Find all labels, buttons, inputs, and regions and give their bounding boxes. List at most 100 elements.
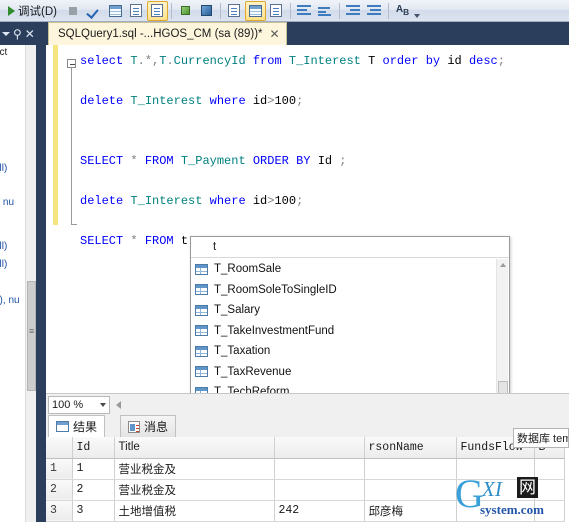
comment-button[interactable] <box>294 1 315 21</box>
code-token: id <box>252 94 268 108</box>
results-to-text2-button[interactable] <box>224 1 245 21</box>
results-grid[interactable]: Id Title rsonName FundsFlow B 11营业税金及22营… <box>46 437 569 522</box>
results-to-file-button[interactable] <box>266 1 287 21</box>
intellisense-item[interactable]: T_TakeInvestmentFund <box>191 321 509 342</box>
cell-id[interactable]: 1 <box>72 458 115 480</box>
tab-results[interactable]: 结果 <box>48 415 106 437</box>
bg-text-fragment: ull) <box>0 163 8 174</box>
intellisense-item[interactable]: T_Taxation <box>191 341 509 362</box>
column-header-mid[interactable] <box>274 437 365 459</box>
chevron-down-icon[interactable] <box>100 402 106 407</box>
document-tab-sqlquery1[interactable]: SQLQuery1.sql -...HGOS_CM (sa (89))* ✕ <box>48 22 287 45</box>
cell-id[interactable]: 3 <box>72 500 115 522</box>
intellisense-item[interactable]: T_Salary <box>191 300 509 321</box>
change-bar <box>53 45 58 225</box>
column-header-id[interactable]: Id <box>72 437 115 459</box>
stop-button[interactable] <box>63 1 84 21</box>
decrease-indent-button[interactable] <box>343 1 364 21</box>
code-token: SELECT <box>80 154 131 168</box>
results-to-grid-button[interactable] <box>244 0 266 21</box>
cell-personname[interactable]: 邱彦梅 <box>364 500 457 522</box>
run-button[interactable]: 调试(D) <box>2 1 63 21</box>
code-token: . <box>166 54 174 68</box>
toolbar-overflow-icon[interactable] <box>413 1 422 21</box>
toolbar-separator-2 <box>219 2 221 19</box>
column-header-personname[interactable]: rsonName <box>364 437 457 459</box>
results-to-text-button[interactable] <box>146 0 168 21</box>
cell-b[interactable] <box>534 500 565 522</box>
chevron-down-icon[interactable] <box>2 31 10 36</box>
uncomment-button[interactable] <box>315 1 336 21</box>
close-icon[interactable]: ✕ <box>25 28 35 40</box>
comment-lines-icon <box>297 5 312 16</box>
cell-fundsflow[interactable] <box>456 500 535 522</box>
cell-b[interactable] <box>534 458 565 480</box>
cell-personname[interactable] <box>364 479 457 501</box>
include-client-statistics-button[interactable] <box>196 1 217 21</box>
table-row[interactable]: 1 1 营业税金及 <box>46 458 565 480</box>
code-token: delete <box>80 194 131 208</box>
cell-rownum[interactable]: 3 <box>46 500 73 522</box>
table-row[interactable]: 3 3 土地增值税 242 邱彦梅 <box>46 500 565 522</box>
toolbar-options-button[interactable]: AB <box>392 1 413 21</box>
scrollbar-thumb[interactable] <box>27 281 36 391</box>
intellisense-item[interactable]: T_RoomSoleToSingleID <box>191 280 509 301</box>
intellisense-list[interactable]: T_RoomSale T_RoomSoleToSingleID T_Salary T_… <box>191 259 509 395</box>
collapse-region-icon[interactable] <box>67 59 76 68</box>
document-tab-close-icon[interactable]: ✕ <box>270 27 280 41</box>
query-options-icon <box>130 4 143 17</box>
column-header-title[interactable]: Title <box>114 437 275 459</box>
stop-square-icon <box>69 6 78 15</box>
cell-title[interactable]: 营业税金及 <box>114 479 275 501</box>
query-options-button[interactable] <box>126 1 147 21</box>
database-combo[interactable]: 数据库 tem <box>513 428 569 448</box>
cell-fundsflow[interactable] <box>456 479 535 501</box>
code-line: select T.*,T.CurrencyId from T_Interest … <box>80 51 569 71</box>
background-left-pane: act ull) ), nu ull) ull) 0), nu <box>0 45 46 522</box>
code-token: ; <box>296 94 304 108</box>
scroll-up-arrow-icon[interactable] <box>500 263 506 267</box>
intellisense-item[interactable]: T_TaxRevenue <box>191 362 509 383</box>
cell-rownum[interactable]: 1 <box>46 458 73 480</box>
document-tab-strip: ⚲ ✕ SQLQuery1.sql -...HGOS_CM (sa (89))*… <box>0 22 569 45</box>
bg-text-fragment: ull) <box>0 241 8 252</box>
code-token: FROM <box>144 154 181 168</box>
cell-personname[interactable] <box>364 458 457 480</box>
client-statistics-icon <box>200 5 212 16</box>
cell-mid[interactable]: 242 <box>274 500 365 522</box>
cell-title[interactable]: 土地增值税 <box>114 500 275 522</box>
cell-b[interactable] <box>534 479 565 501</box>
code-token: order <box>382 54 426 68</box>
intellisense-item-label: T_RoomSoleToSingleID <box>214 283 337 296</box>
cell-mid[interactable] <box>274 458 365 480</box>
table-icon <box>195 366 208 378</box>
pin-icon[interactable]: ⚲ <box>13 28 22 40</box>
tab-messages[interactable]: 消息 <box>120 415 177 437</box>
cell-title[interactable]: 营业税金及 <box>114 458 275 480</box>
results-text-icon <box>228 4 241 17</box>
cell-rownum[interactable]: 2 <box>46 479 73 501</box>
parse-button[interactable] <box>84 1 105 21</box>
grid-icon <box>56 421 69 432</box>
column-header-rownum[interactable] <box>46 437 73 459</box>
code-token: T_Interest <box>288 54 369 68</box>
include-actual-plan-button[interactable] <box>175 1 196 21</box>
outline-line <box>71 68 72 225</box>
table-row[interactable]: 2 2 营业税金及 <box>46 479 565 501</box>
bg-text-fragment: 0), nu <box>0 295 20 306</box>
left-triangle-icon[interactable] <box>116 400 121 409</box>
code-token: where <box>209 94 253 108</box>
cell-id[interactable]: 2 <box>72 479 115 501</box>
zoom-combo[interactable]: 100 % <box>48 395 110 414</box>
intellisense-scrollbar[interactable] <box>496 259 508 395</box>
intellisense-item[interactable]: T_RoomSale <box>191 259 509 280</box>
increase-indent-button[interactable] <box>364 1 385 21</box>
database-combo-label: 数据库 tem <box>517 433 569 445</box>
background-scrollbar[interactable] <box>25 45 36 522</box>
display-estimated-plan-button[interactable] <box>105 1 126 21</box>
cell-fundsflow[interactable] <box>456 458 535 480</box>
cell-mid[interactable] <box>274 479 365 501</box>
